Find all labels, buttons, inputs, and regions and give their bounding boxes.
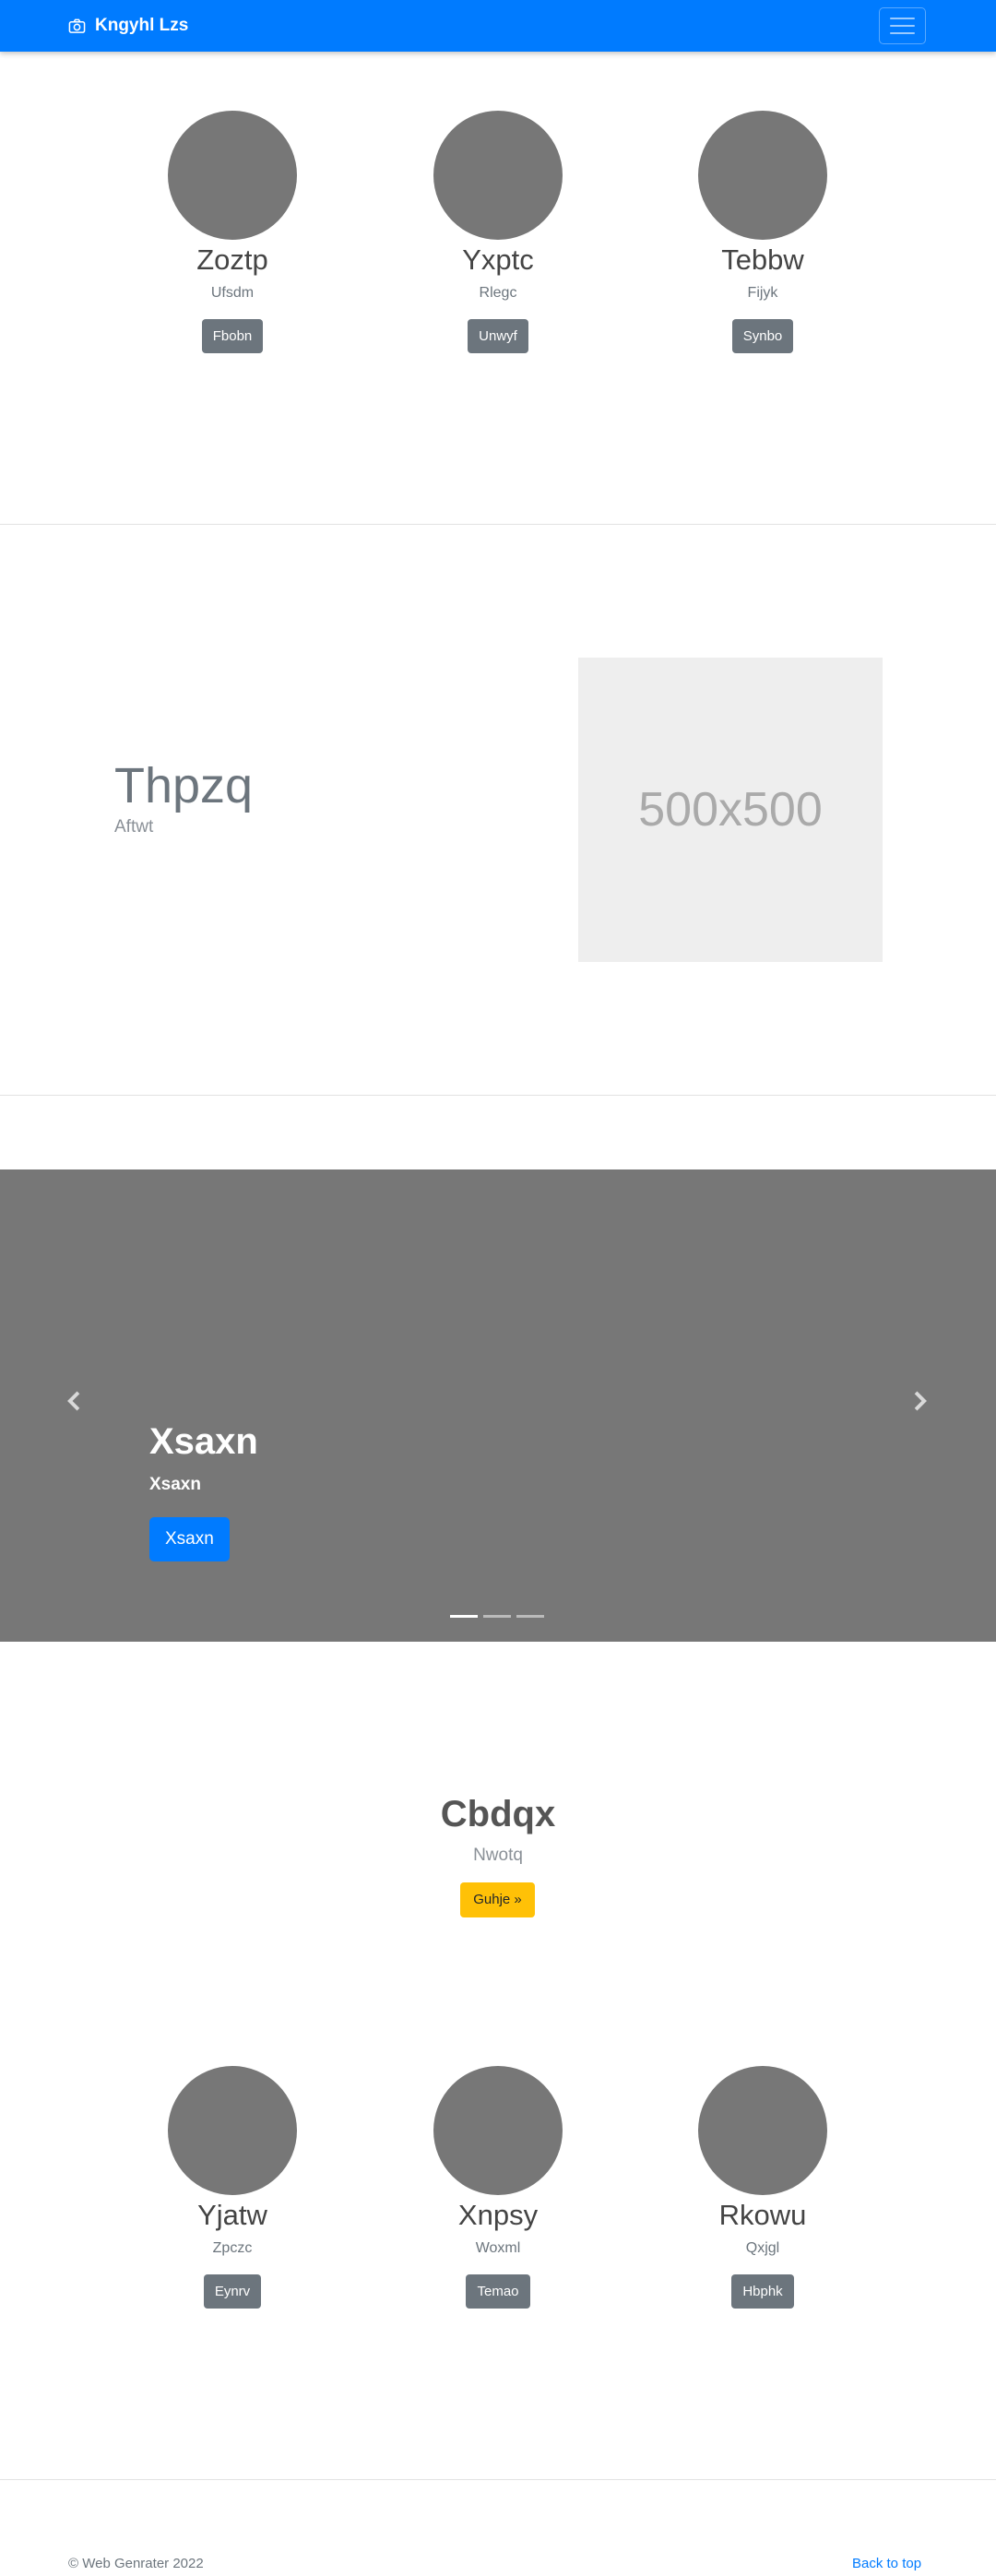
hamburger-icon — [890, 18, 915, 19]
profile-subtitle: Zpczc — [212, 2240, 253, 2256]
profile-subtitle: Woxml — [475, 2240, 521, 2256]
section-divider — [0, 2479, 996, 2480]
profile-card: Xnpsy Woxml Temao — [406, 2066, 590, 2309]
brand-label: Kngyhl Lzs — [95, 16, 189, 35]
avatar — [168, 2066, 297, 2195]
carousel-indicator[interactable] — [483, 1615, 511, 1618]
carousel-caption-title: Xsaxn — [149, 1421, 258, 1462]
carousel-caption-button[interactable]: Xsaxn — [149, 1517, 230, 1561]
avatar — [698, 111, 827, 240]
feature-title: Thpzq — [114, 758, 254, 813]
feature-image-placeholder: 500x500 — [578, 658, 883, 962]
feature-subtitle: Aftwt — [114, 817, 154, 837]
profile-card: Rkowu Qxjgl Hbphk — [670, 2066, 855, 2309]
chevron-left-icon[interactable] — [63, 1389, 87, 1413]
profile-name: Rkowu — [718, 2199, 807, 2231]
back-to-top-link[interactable]: Back to top — [852, 2556, 921, 2571]
section-divider — [0, 524, 996, 525]
profile-button[interactable]: Eynrv — [203, 2274, 262, 2309]
jumbotron-button[interactable]: Guhje » — [460, 1882, 535, 1917]
profile-card: Yjatw Zpczc Eynrv — [140, 2066, 325, 2309]
avatar — [168, 111, 297, 240]
profile-name: Tebbw — [721, 243, 804, 276]
navbar-toggler-button[interactable] — [879, 7, 926, 44]
chevron-right-icon[interactable] — [907, 1389, 931, 1413]
profile-name: Zoztp — [196, 243, 268, 276]
carousel: Xsaxn Xsaxn Xsaxn — [0, 1169, 996, 1642]
carousel-indicator[interactable] — [450, 1615, 478, 1618]
carousel-indicators — [450, 1615, 544, 1618]
profile-button[interactable]: Synbo — [731, 319, 794, 353]
profile-button[interactable]: Fbobn — [201, 319, 264, 353]
jumbotron-subtitle: Nwotq — [473, 1846, 523, 1865]
section-divider — [0, 1095, 996, 1096]
profile-card: Yxptc Rlegc Unwyf — [406, 111, 590, 353]
profile-name: Xnpsy — [457, 2199, 539, 2231]
carousel-caption-subtitle: Xsaxn — [149, 1475, 201, 1494]
profile-subtitle: Qxjgl — [745, 2240, 780, 2256]
navbar-brand[interactable]: Kngyhl Lzs — [68, 13, 188, 39]
profile-card: Zoztp Ufsdm Fbobn — [140, 111, 325, 353]
profile-subtitle: Rlegc — [479, 285, 517, 301]
placeholder-label: 500x500 — [638, 783, 823, 837]
avatar — [433, 2066, 563, 2195]
profile-subtitle: Ufsdm — [210, 285, 255, 301]
profile-button[interactable]: Unwyf — [468, 319, 528, 353]
profile-subtitle: Fijyk — [747, 285, 778, 301]
jumbotron-title: Cbdqx — [440, 1794, 556, 1834]
navbar: Kngyhl Lzs — [0, 0, 996, 52]
profile-button[interactable]: Temao — [466, 2274, 530, 2309]
camera-icon — [68, 18, 86, 33]
profile-button[interactable]: Hbphk — [731, 2274, 794, 2309]
avatar — [698, 2066, 827, 2195]
profile-name: Yxptc — [462, 243, 534, 276]
profile-card: Tebbw Fijyk Synbo — [670, 111, 855, 353]
avatar — [433, 111, 563, 240]
carousel-indicator[interactable] — [516, 1615, 544, 1618]
footer-copyright: © Web Genrater 2022 — [68, 2556, 204, 2571]
profile-name: Yjatw — [197, 2199, 267, 2231]
